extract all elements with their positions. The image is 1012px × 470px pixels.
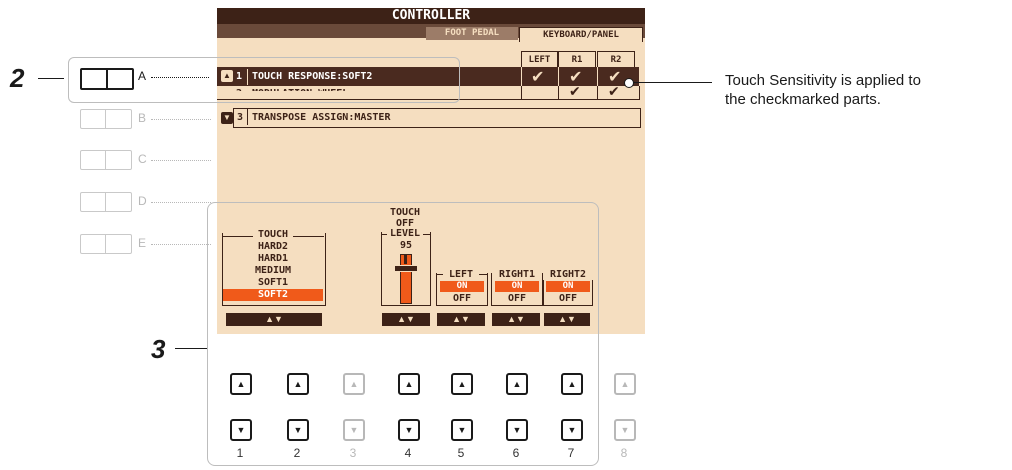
down-button-3[interactable]: ▼ bbox=[343, 419, 365, 441]
button-number-4: 4 bbox=[404, 446, 412, 460]
screen-title: CONTROLLER bbox=[217, 8, 645, 24]
annotation-line-1: Touch Sensitivity is applied to bbox=[725, 72, 921, 89]
left-part-updown-icon[interactable]: ▲▼ bbox=[437, 313, 485, 326]
button-b-leader bbox=[151, 119, 211, 120]
up-button-4[interactable]: ▲ bbox=[398, 373, 420, 395]
left-part-off[interactable]: OFF bbox=[440, 293, 484, 304]
button-c[interactable] bbox=[80, 150, 132, 170]
touch-updown-icon[interactable]: ▲▼ bbox=[226, 313, 322, 326]
down-button-8[interactable]: ▼ bbox=[614, 419, 636, 441]
right1-part-on[interactable]: ON bbox=[495, 281, 539, 292]
up-button-2[interactable]: ▲ bbox=[287, 373, 309, 395]
touch-option-hard2[interactable]: HARD2 bbox=[222, 241, 324, 252]
left-part-label: LEFT bbox=[443, 269, 479, 280]
button-number-1: 1 bbox=[236, 446, 244, 460]
up-button-8[interactable]: ▲ bbox=[614, 373, 636, 395]
checkmark-icon[interactable]: ✔ bbox=[569, 84, 581, 100]
button-number-2: 2 bbox=[293, 446, 301, 460]
button-d-leader bbox=[151, 202, 211, 203]
row-3-divider bbox=[247, 109, 248, 125]
column-header-r1: R1 bbox=[558, 51, 596, 68]
touch-option-soft2[interactable]: SOFT2 bbox=[222, 289, 324, 300]
checkmark-icon[interactable]: ✔ bbox=[531, 67, 544, 86]
down-button-6[interactable]: ▼ bbox=[506, 419, 528, 441]
touch-level-line1: TOUCH bbox=[389, 207, 421, 218]
right2-part-off[interactable]: OFF bbox=[546, 293, 590, 304]
button-b-label: B bbox=[138, 111, 147, 125]
touch-level-line3: LEVEL bbox=[387, 228, 423, 239]
right1-part-label: RIGHT1 bbox=[492, 269, 542, 280]
button-c-leader bbox=[151, 160, 211, 161]
touch-header: TOUCH bbox=[253, 229, 293, 240]
right1-part-off[interactable]: OFF bbox=[495, 293, 539, 304]
button-c-label: C bbox=[138, 152, 147, 166]
button-e-leader bbox=[151, 244, 211, 245]
button-number-6: 6 bbox=[512, 446, 520, 460]
step-2-marker: 2 bbox=[10, 63, 25, 93]
right2-part-label: RIGHT2 bbox=[543, 269, 593, 280]
button-b[interactable] bbox=[80, 109, 132, 129]
button-e-label: E bbox=[138, 236, 147, 250]
touch-option-medium[interactable]: MEDIUM bbox=[222, 265, 324, 276]
touch-option-soft1[interactable]: SOFT1 bbox=[222, 277, 324, 288]
up-button-3[interactable]: ▲ bbox=[343, 373, 365, 395]
down-button-2[interactable]: ▼ bbox=[287, 419, 309, 441]
column-header-r2: R2 bbox=[597, 51, 635, 68]
down-button-1[interactable]: ▼ bbox=[230, 419, 252, 441]
step-2-leader-line bbox=[38, 78, 64, 79]
button-number-3: 3 bbox=[349, 446, 357, 460]
row-3-label: TRANSPOSE ASSIGN:MASTER bbox=[252, 112, 391, 123]
button-number-7: 7 bbox=[567, 446, 575, 460]
annotation-line-2: the checkmarked parts. bbox=[725, 91, 881, 108]
step-3-leader-line bbox=[175, 348, 207, 349]
button-number-8: 8 bbox=[620, 446, 628, 460]
scroll-down-icon[interactable]: ▼ bbox=[221, 112, 233, 124]
left-part-on[interactable]: ON bbox=[440, 281, 484, 292]
down-button-7[interactable]: ▼ bbox=[561, 419, 583, 441]
right2-part-updown-icon[interactable]: ▲▼ bbox=[544, 313, 590, 326]
button-a-leader bbox=[151, 77, 209, 78]
button-a-label: A bbox=[138, 69, 147, 83]
step-3-marker: 3 bbox=[151, 334, 166, 364]
touch-level-slider-handle[interactable] bbox=[394, 265, 418, 272]
annotation-leader-line bbox=[630, 82, 712, 83]
touch-level-value: 95 bbox=[399, 240, 413, 251]
down-button-5[interactable]: ▼ bbox=[451, 419, 473, 441]
touch-option-hard1[interactable]: HARD1 bbox=[222, 253, 324, 264]
tab-foot-pedal[interactable]: FOOT PEDAL bbox=[426, 27, 518, 40]
down-button-4[interactable]: ▼ bbox=[398, 419, 420, 441]
row-3-number: 3 bbox=[237, 112, 244, 123]
touch-level-slider-upper bbox=[404, 254, 407, 264]
button-number-5: 5 bbox=[457, 446, 465, 460]
annotation-dot bbox=[624, 78, 634, 88]
up-button-1[interactable]: ▲ bbox=[230, 373, 252, 395]
up-button-7[interactable]: ▲ bbox=[561, 373, 583, 395]
column-header-left: LEFT bbox=[521, 51, 558, 68]
up-button-6[interactable]: ▲ bbox=[506, 373, 528, 395]
touch-level-updown-icon[interactable]: ▲▼ bbox=[382, 313, 430, 326]
button-e[interactable] bbox=[80, 234, 132, 254]
button-d[interactable] bbox=[80, 192, 132, 212]
checkmark-icon[interactable]: ✔ bbox=[608, 84, 620, 100]
button-d-label: D bbox=[138, 194, 147, 208]
tab-keyboard-panel[interactable]: KEYBOARD/PANEL bbox=[519, 27, 643, 42]
button-a[interactable] bbox=[80, 68, 134, 90]
up-button-5[interactable]: ▲ bbox=[451, 373, 473, 395]
right2-part-on[interactable]: ON bbox=[546, 281, 590, 292]
right1-part-updown-icon[interactable]: ▲▼ bbox=[492, 313, 540, 326]
